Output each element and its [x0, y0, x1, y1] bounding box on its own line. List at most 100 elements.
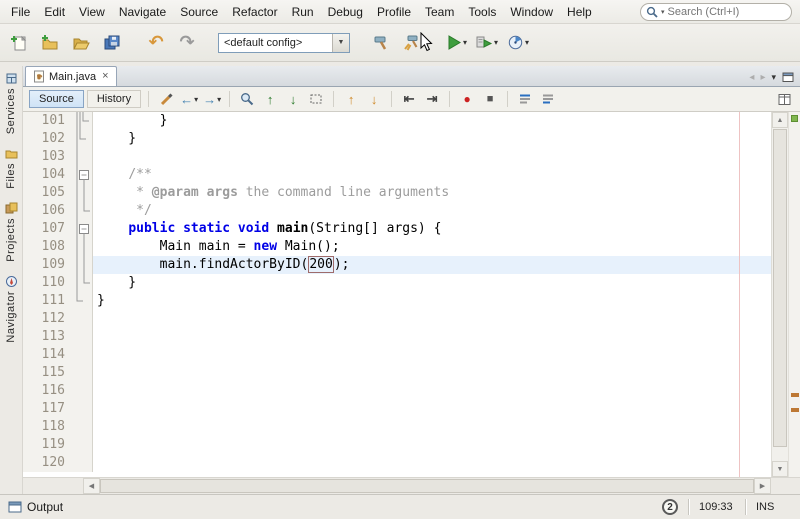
code-line-115[interactable]: 115: [23, 364, 771, 382]
code-text[interactable]: [93, 382, 771, 400]
code-text[interactable]: */: [93, 202, 771, 220]
code-line-116[interactable]: 116: [23, 382, 771, 400]
horizontal-scrollbar-thumb[interactable]: [100, 479, 754, 493]
comment-button[interactable]: [515, 89, 535, 109]
code-text[interactable]: [93, 418, 771, 436]
scroll-left-icon[interactable]: ◀: [83, 478, 100, 494]
start-macro-recording-button[interactable]: ●: [457, 89, 477, 109]
line-number[interactable]: 104: [23, 166, 75, 184]
code-line-103[interactable]: 103: [23, 148, 771, 166]
error-stripe[interactable]: [788, 112, 800, 477]
code-text[interactable]: main.findActorByID(200);: [93, 256, 771, 274]
vertical-scrollbar[interactable]: ▲ ▼: [771, 112, 788, 477]
config-dropdown-arrow-icon[interactable]: ▼: [332, 34, 349, 52]
code-text[interactable]: [93, 364, 771, 382]
code-line-118[interactable]: 118: [23, 418, 771, 436]
code-text[interactable]: public static void main(String[] args) {: [93, 220, 771, 238]
jump-back-button[interactable]: ←▾: [179, 89, 199, 109]
code-line-101[interactable]: 101 }: [23, 112, 771, 130]
maximize-window-icon[interactable]: [782, 71, 794, 83]
menu-debug[interactable]: Debug: [321, 1, 370, 23]
scroll-right-icon[interactable]: ▶: [754, 478, 771, 494]
history-view-button[interactable]: History: [87, 90, 141, 108]
code-line-106[interactable]: 106 */: [23, 202, 771, 220]
line-number[interactable]: 112: [23, 310, 75, 328]
sidebar-item-services[interactable]: Services: [5, 72, 18, 134]
scroll-up-icon[interactable]: ▲: [772, 112, 788, 128]
line-number[interactable]: 120: [23, 454, 75, 472]
code-line-111[interactable]: 111}: [23, 292, 771, 310]
line-number[interactable]: 101: [23, 112, 75, 130]
shift-left-button[interactable]: ⇤: [399, 89, 419, 109]
search-scope-arrow-icon[interactable]: ▾: [661, 8, 665, 16]
code-text[interactable]: }: [93, 112, 771, 130]
last-edit-button[interactable]: [156, 89, 176, 109]
redo-button[interactable]: ↷: [174, 30, 200, 56]
code-line-113[interactable]: 113: [23, 328, 771, 346]
line-number[interactable]: 107: [23, 220, 75, 238]
tab-list-dropdown-icon[interactable]: ▾: [771, 72, 776, 83]
quick-search[interactable]: ▾: [640, 3, 792, 21]
save-all-button[interactable]: [99, 30, 125, 56]
code-line-120[interactable]: 120: [23, 454, 771, 472]
jump-forward-button[interactable]: →▾: [202, 89, 222, 109]
code-text[interactable]: /**: [93, 166, 771, 184]
sidebar-item-files[interactable]: Files: [5, 147, 18, 189]
source-view-button[interactable]: Source: [29, 90, 84, 108]
menu-window[interactable]: Window: [503, 1, 560, 23]
line-number[interactable]: 119: [23, 436, 75, 454]
menu-source[interactable]: Source: [173, 1, 225, 23]
code-line-104[interactable]: 104 /**: [23, 166, 771, 184]
code-text[interactable]: [93, 400, 771, 418]
scroll-tabs-right-icon[interactable]: ▸: [760, 72, 765, 83]
notifications-badge[interactable]: 2: [662, 499, 678, 515]
menu-run[interactable]: Run: [285, 1, 321, 23]
code-line-102[interactable]: 102 }: [23, 130, 771, 148]
code-text[interactable]: }: [93, 292, 771, 310]
code-text[interactable]: [93, 310, 771, 328]
vertical-scrollbar-thumb[interactable]: [773, 129, 787, 447]
find-previous-button[interactable]: ↑: [260, 89, 280, 109]
uncomment-button[interactable]: [538, 89, 558, 109]
tab-main-java[interactable]: Main.java ×: [25, 66, 117, 86]
line-number[interactable]: 102: [23, 130, 75, 148]
run-config-dropdown[interactable]: <default config> ▼: [218, 33, 350, 53]
menu-file[interactable]: File: [4, 1, 37, 23]
menu-profile[interactable]: Profile: [370, 1, 418, 23]
code-text[interactable]: }: [93, 274, 771, 292]
code-line-119[interactable]: 119: [23, 436, 771, 454]
line-number[interactable]: 106: [23, 202, 75, 220]
line-number[interactable]: 114: [23, 346, 75, 364]
code-text[interactable]: }: [93, 130, 771, 148]
line-number[interactable]: 109: [23, 256, 75, 274]
new-file-button[interactable]: [6, 30, 32, 56]
toggle-rectangular-selection-button[interactable]: [306, 89, 326, 109]
line-number[interactable]: 118: [23, 418, 75, 436]
error-stripe-mark[interactable]: [791, 393, 799, 397]
menu-navigate[interactable]: Navigate: [112, 1, 173, 23]
menu-edit[interactable]: Edit: [37, 1, 72, 23]
line-number[interactable]: 108: [23, 238, 75, 256]
code-line-108[interactable]: 108 Main main = new Main();: [23, 238, 771, 256]
scroll-tabs-left-icon[interactable]: ◂: [749, 72, 754, 83]
line-number[interactable]: 103: [23, 148, 75, 166]
code-lines[interactable]: 101 }102 }103104 /**105 * @param args th…: [23, 112, 771, 477]
code-text[interactable]: Main main = new Main();: [93, 238, 771, 256]
menu-refactor[interactable]: Refactor: [225, 1, 284, 23]
code-line-107[interactable]: 107 public static void main(String[] arg…: [23, 220, 771, 238]
line-number[interactable]: 110: [23, 274, 75, 292]
line-number[interactable]: 116: [23, 382, 75, 400]
line-number[interactable]: 113: [23, 328, 75, 346]
find-next-button[interactable]: ↓: [283, 89, 303, 109]
split-document-button[interactable]: [774, 89, 794, 109]
code-line-105[interactable]: 105 * @param args the command line argum…: [23, 184, 771, 202]
horizontal-scrollbar[interactable]: ◀ ▶: [23, 477, 800, 494]
stop-macro-recording-button[interactable]: ■: [480, 89, 500, 109]
line-number[interactable]: 105: [23, 184, 75, 202]
line-number[interactable]: 117: [23, 400, 75, 418]
code-text[interactable]: [93, 346, 771, 364]
code-text[interactable]: [93, 328, 771, 346]
code-line-117[interactable]: 117: [23, 400, 771, 418]
code-line-110[interactable]: 110 }: [23, 274, 771, 292]
line-number[interactable]: 115: [23, 364, 75, 382]
